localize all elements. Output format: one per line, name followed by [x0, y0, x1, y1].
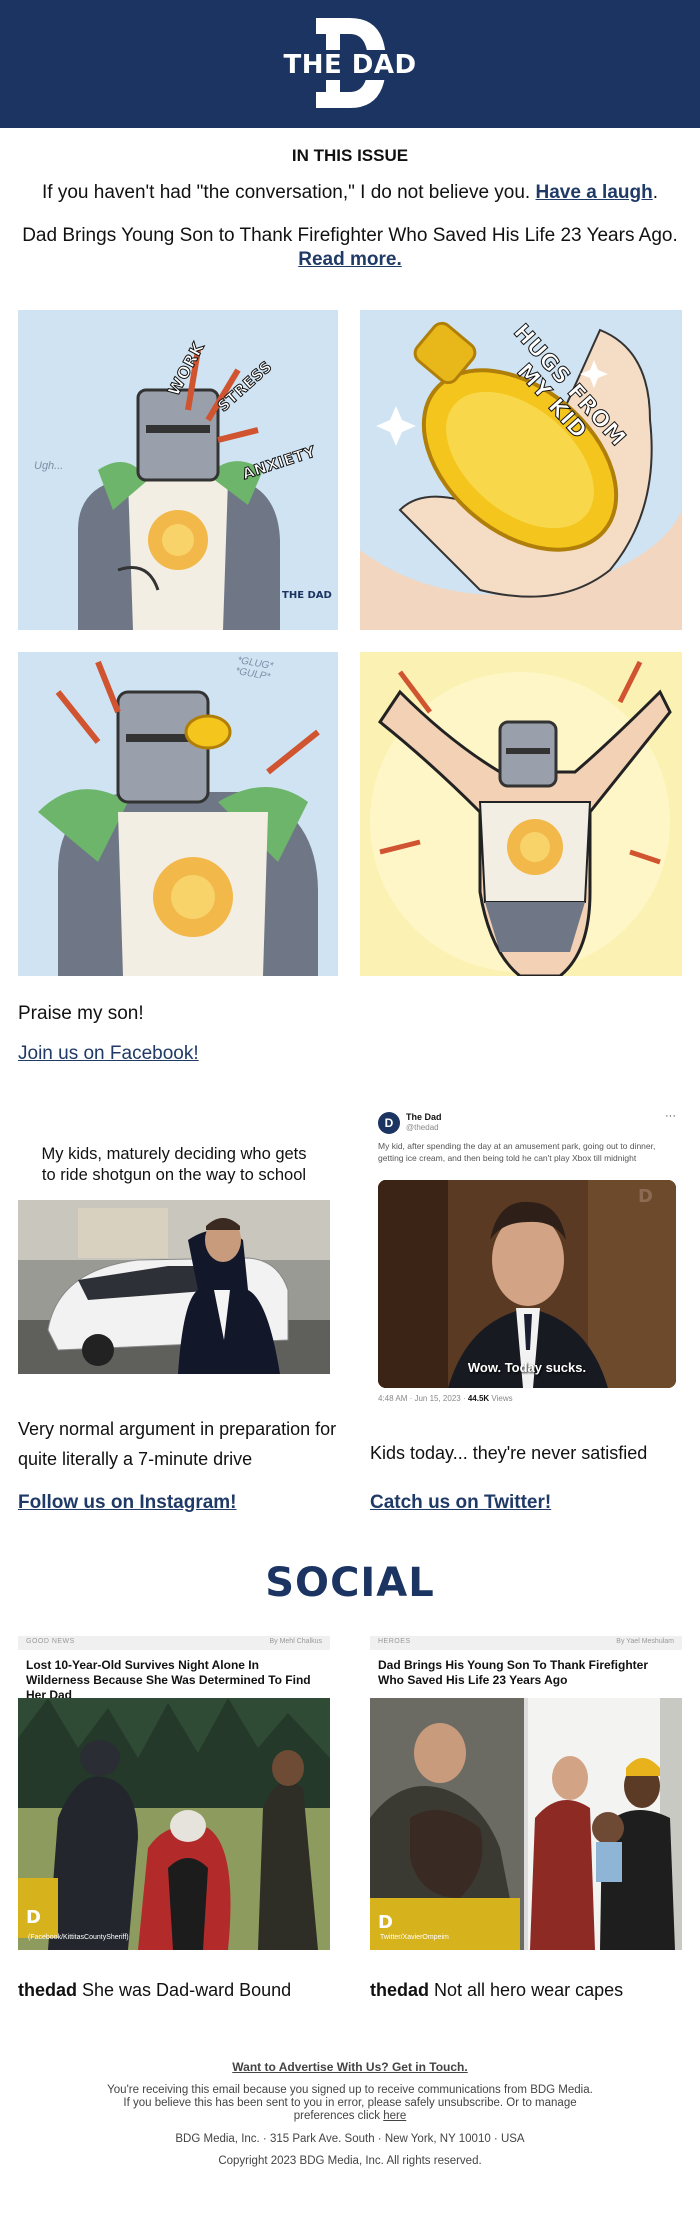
more-options-icon: ··· — [665, 1110, 676, 1122]
tweet-author-handle: @thedad — [406, 1123, 439, 1132]
meme-caption: Praise my son! — [18, 1003, 144, 1024]
instagram-link[interactable]: Follow us on Instagram! — [18, 1492, 237, 1514]
article-category: GOOD NEWS — [26, 1638, 75, 1645]
photo-credit: (Facebook/KittitasCountySheriff) — [28, 1934, 129, 1941]
issue-item-story-text: Dad Brings Young Son to Thank Firefighte… — [22, 225, 678, 246]
tweet-author-name: The Dad — [406, 1112, 442, 1122]
footer-notice: You're receiving this email because you … — [107, 2084, 593, 2122]
have-a-laugh-link[interactable]: Have a laugh — [536, 182, 653, 203]
tweet-media: D Wow. Today sucks. — [378, 1180, 676, 1388]
tweet-media-caption: Wow. Today sucks. — [467, 1360, 587, 1375]
article-meta-bar: HEROES By Yael Meshulam — [370, 1636, 682, 1650]
twitter-post-image[interactable]: D The Dad @thedad ··· My kid, after spen… — [370, 1106, 682, 1403]
logo-wordmark: THE DAD — [280, 50, 420, 80]
email-header: THE DAD — [0, 0, 700, 128]
social-article-right[interactable]: HEROES By Yael Meshulam Dad Brings His Y… — [370, 1636, 682, 1950]
meme-panel-drinking: *GLUG* *GULP* — [18, 652, 338, 976]
account-name: thedad — [18, 1980, 78, 2000]
social-caption-right: thedad Not all hero wear capes — [370, 1980, 624, 2000]
photo-credit: Twitter/XavierOmpeim — [380, 1934, 449, 1941]
account-name: thedad — [370, 1980, 430, 2000]
social-article-left[interactable]: GOOD NEWS By Mehl Chalkus Lost 10-Year-O… — [18, 1636, 330, 1950]
article-byline: By Yael Meshulam — [616, 1638, 674, 1645]
footer-copyright: Copyright 2023 BDG Media, Inc. All right… — [218, 2155, 482, 2167]
twitter-post-description: Kids today... they're never satisfied — [370, 1443, 648, 1463]
social-caption-left: thedad She was Dad-ward Bound — [18, 1980, 292, 2000]
issue-heading: IN THIS ISSUE — [291, 146, 409, 165]
read-more-link[interactable]: Read more. — [298, 249, 401, 270]
meme-panel-estus-flask: HUGS FROM MY KID — [360, 310, 682, 630]
tweet-header: D The Dad @thedad ··· — [370, 1106, 682, 1136]
svg-text:D: D — [26, 1907, 41, 1928]
issue-item-joke-text: If you haven't had "the conversation," I… — [42, 182, 536, 203]
instagram-post-description: Very normal argument in preparation for … — [18, 1419, 337, 1469]
meme-panel-powered-up — [360, 652, 682, 976]
issue-item-story: Dad Brings Young Son to Thank Firefighte… — [20, 224, 680, 272]
issue-item-joke: If you haven't had "the conversation," I… — [42, 182, 658, 203]
article-category: HEROES — [378, 1638, 411, 1645]
social-section-title: SOCIAL — [265, 1560, 435, 1606]
tweet-avatar: D — [378, 1112, 400, 1134]
facebook-link[interactable]: Join us on Facebook! — [18, 1043, 199, 1065]
label-ugh: Ugh... — [34, 460, 64, 472]
tweet-text: My kid, after spending the day at an amu… — [378, 1141, 656, 1163]
article-meta-bar: GOOD NEWS By Mehl Chalkus — [18, 1636, 330, 1650]
instagram-post-photo — [18, 1200, 330, 1374]
article-photo: D (Facebook/KittitasCountySheriff) — [18, 1698, 330, 1950]
svg-text:D: D — [638, 1186, 653, 1207]
article-headline: Dad Brings His Young Son To Thank Firefi… — [378, 1658, 649, 1687]
the-dad-logo[interactable]: THE DAD — [280, 16, 420, 112]
meme-panel-stressed-knight: WORK STRESS ANXIETY Ugh... THE DAD — [18, 310, 338, 630]
svg-text:D: D — [378, 1912, 393, 1933]
meme-watermark: THE DAD — [282, 590, 332, 601]
twitter-link[interactable]: Catch us on Twitter! — [370, 1492, 551, 1514]
advertise-link[interactable]: Want to Advertise With Us? Get in Touch. — [232, 2060, 467, 2074]
article-photo: D Twitter/XavierOmpeim — [370, 1698, 682, 1950]
manage-preferences-link[interactable]: here — [383, 2110, 406, 2122]
email-footer: Want to Advertise With Us? Get in Touch.… — [0, 2060, 700, 2167]
instagram-post-image[interactable]: My kids, maturely deciding who gets to r… — [18, 1120, 330, 1374]
tweet-meta: 4:48 AM · Jun 15, 2023 · 44.5K Views — [378, 1394, 513, 1403]
article-byline: By Mehl Chalkus — [269, 1638, 322, 1645]
footer-address: BDG Media, Inc. · 315 Park Ave. South · … — [175, 2133, 525, 2145]
article-headline: Lost 10-Year-Old Survives Night Alone In… — [26, 1658, 311, 1702]
instagram-post-caption: My kids, maturely deciding who gets to r… — [41, 1145, 307, 1184]
meme-image[interactable]: WORK STRESS ANXIETY Ugh... THE DAD HUGS … — [18, 310, 682, 976]
